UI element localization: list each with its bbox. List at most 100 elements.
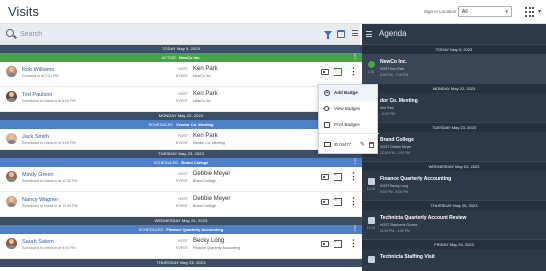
active-event-icon <box>368 61 375 68</box>
badge-icon[interactable] <box>321 199 329 205</box>
table-row[interactable]: Ted Paulson Scheduled to check in at 6:0… <box>0 87 362 112</box>
agenda-time: 10:00 <box>366 187 376 191</box>
view-badges-menu-item[interactable]: View Badges <box>319 101 377 117</box>
event-label: EVENT <box>176 99 188 103</box>
apps-chevron-icon[interactable]: ▾ <box>538 8 541 15</box>
agenda-time-range: - 6:00 PM <box>380 112 395 116</box>
host-name: Ken Park <box>193 133 218 139</box>
agenda-time-range: 12:30 PM - 2:00 PM <box>380 151 411 155</box>
agenda-event-title: Brand College <box>380 137 414 143</box>
agenda-event-title: dor Co. Meeting <box>380 98 418 104</box>
event-name: NewCo Inc. <box>193 99 212 103</box>
apps-grid-icon[interactable] <box>525 7 535 17</box>
agenda-item[interactable]: 1:15 NewCo Inc. HOST Ken Park 6:00 PM - … <box>362 54 546 84</box>
table-row[interactable]: Rob Williams Checked in at 2:41 PM HOST … <box>0 62 362 87</box>
host-label: HOST <box>178 172 188 176</box>
top-header: Visits Sign-in Location All ▾ ▾ <box>0 0 546 24</box>
hamburger-icon[interactable] <box>366 31 372 39</box>
avatar <box>6 133 17 144</box>
print-badges-menu-item[interactable]: Print Badges <box>319 117 377 133</box>
agenda-item[interactable]: Technicta Staffing Visit <box>362 249 546 271</box>
badge-icon[interactable] <box>321 241 329 247</box>
agenda-host: HOST Ken Park <box>380 67 405 71</box>
date-header: THURSDAY May 25, 2023 <box>0 259 362 267</box>
agenda-event-title: Technicta Quarterly Account Review <box>380 215 467 221</box>
checkin-icon[interactable] <box>331 238 342 248</box>
event-label: EVENT <box>176 246 188 250</box>
table-row[interactable]: Sarah Salem Scheduled to check in at 5:0… <box>0 234 362 259</box>
agenda-item[interactable]: dor Co. Meeting Ken Park - 6:00 PM <box>362 93 546 123</box>
event-label: EVENT <box>176 141 188 145</box>
delete-icon[interactable] <box>369 142 374 148</box>
checkin-icon[interactable] <box>331 196 342 206</box>
visitor-name[interactable]: Ted Paulson <box>22 92 52 98</box>
band-menu-icon[interactable]: ⋮ <box>352 225 358 234</box>
checkin-icon[interactable] <box>331 171 342 181</box>
host-label: HOST <box>178 197 188 201</box>
visitor-name[interactable]: Mindy Green <box>22 172 54 178</box>
host-name: Becky Long <box>193 238 225 244</box>
checkout-icon[interactable] <box>331 66 342 76</box>
agenda-item[interactable]: 10:00 Finance Quarterly Accounting HOST … <box>362 171 546 201</box>
table-row[interactable]: Jack Smith Scheduled to check in at 5:00… <box>0 129 362 150</box>
visit-status: Scheduled to check in at 5:00 PM <box>22 141 76 145</box>
agenda-toggle-icon[interactable] <box>352 30 358 37</box>
row-menu-icon[interactable]: ⋮ <box>349 66 358 77</box>
host-label: HOST <box>178 92 188 96</box>
filter-icon[interactable] <box>324 31 332 39</box>
agenda-event-title: Technicta Staffing Visit <box>380 254 435 260</box>
visitor-name[interactable]: Nancy Wagner <box>22 197 58 203</box>
search-bar <box>0 24 360 45</box>
row-menu-icon[interactable]: ⋮ <box>349 196 358 207</box>
table-row[interactable]: Mindy Green Scheduled to check in at 12:… <box>0 167 362 192</box>
agenda-header: Agenda <box>362 24 546 45</box>
edit-icon[interactable]: ✎ <box>360 134 365 156</box>
avatar <box>6 171 17 182</box>
date-header: MONDAY May 22, 2023 <box>0 112 362 120</box>
visitor-name[interactable]: Sarah Salem <box>22 239 54 245</box>
band-event: NewCo Inc. <box>178 55 201 60</box>
badge-icon[interactable] <box>321 69 329 75</box>
scheduled-event-band[interactable]: SCHEDULED Vendor Co. Meeting <box>0 120 362 129</box>
page-title: Visits <box>8 4 39 19</box>
agenda-time-range: 11:00 PM - 1:00 PM <box>380 229 410 233</box>
agenda-event-title: Finance Quarterly Accounting <box>380 176 452 182</box>
date-header: TODAY May 9, 2023 <box>0 45 362 53</box>
active-event-band[interactable]: ACTIVE NewCo Inc. ⋮ <box>0 53 362 62</box>
location-select[interactable]: All ▾ <box>458 6 512 17</box>
date-header: WEDNESDAY May 24, 2023 <box>0 217 362 225</box>
visitor-name[interactable]: Jack Smith <box>22 134 49 140</box>
add-badge-label: Add Badge <box>334 90 358 95</box>
host-label: HOST <box>178 134 188 138</box>
agenda-item[interactable]: 12:30 Brand College HOST Debbie Meyer 12… <box>362 132 546 162</box>
agenda-time: 11:00 <box>366 226 376 230</box>
band-menu-icon[interactable]: ⋮ <box>352 158 358 167</box>
agenda-date-header: WEDNESDAY May 24, 2023 <box>362 162 546 171</box>
host-name: Ken Park <box>193 91 218 97</box>
event-name: Finance Quarterly Accounting <box>193 246 241 250</box>
event-label: EVENT <box>176 179 188 183</box>
add-badge-menu-item[interactable]: + Add Badge <box>319 85 377 101</box>
agenda-host: HOST Stephanie Gomez <box>380 223 418 227</box>
chevron-down-icon: ▾ <box>505 9 508 15</box>
avatar <box>6 196 17 207</box>
search-icon <box>6 29 14 37</box>
badge-id-row: ID 04477 ✎ <box>319 133 379 155</box>
scheduled-event-band[interactable]: SCHEDULED Brand College ⋮ <box>0 158 362 167</box>
host-name: Ken Park <box>193 66 218 72</box>
agenda-host: HOST Becky Long <box>380 184 409 188</box>
table-row[interactable]: Nancy Wagner Scheduled to check in at 12… <box>0 192 362 217</box>
agenda-item[interactable]: 11:00 Technicta Quarterly Account Review… <box>362 210 546 240</box>
row-menu-icon[interactable]: ⋮ <box>349 238 358 249</box>
agenda-date-header: TUESDAY May 23, 2023 <box>362 123 546 132</box>
band-menu-icon[interactable]: ⋮ <box>352 53 358 62</box>
visit-list: TODAY May 9, 2023 ACTIVE NewCo Inc. ⋮ Rob… <box>0 45 362 271</box>
search-input[interactable] <box>20 27 300 41</box>
row-menu-icon[interactable]: ⋮ <box>349 171 358 182</box>
scheduled-event-band[interactable]: SCHEDULED Finance Quarterly Accounting ⋮ <box>0 225 362 234</box>
visitor-name[interactable]: Rob Williams <box>22 67 54 73</box>
agenda-host: HOST Debbie Meyer <box>380 145 412 149</box>
badge-icon[interactable] <box>321 174 329 180</box>
band-status: SCHEDULED <box>153 160 179 165</box>
calendar-icon[interactable] <box>337 30 345 38</box>
